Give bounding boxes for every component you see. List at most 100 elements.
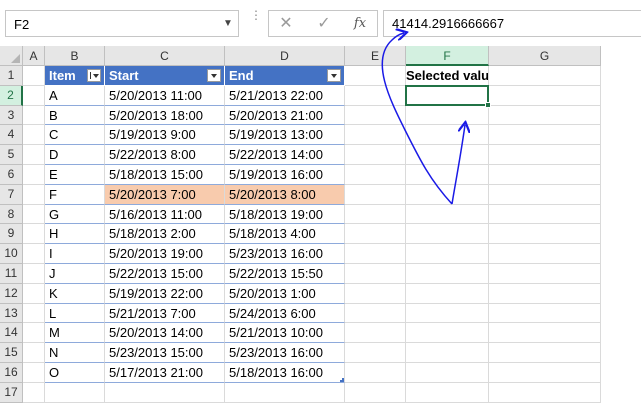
column-header-g[interactable]: G [489, 46, 601, 66]
cell-a6[interactable] [23, 165, 45, 185]
cell-e17[interactable] [345, 382, 406, 403]
cell-b6[interactable]: E [45, 165, 105, 185]
row-header-11[interactable]: 11 [0, 264, 23, 284]
drag-handle-icon[interactable]: ⋮ [250, 9, 262, 34]
cell-b12[interactable]: K [45, 283, 105, 304]
cell-a5[interactable] [23, 145, 45, 165]
cell-c7[interactable]: 5/20/2013 7:00 [105, 184, 225, 205]
cell-e4[interactable] [345, 125, 406, 146]
cell-d6[interactable]: 5/19/2013 16:00 [225, 165, 345, 185]
cell-d9[interactable]: 5/18/2013 4:00 [225, 224, 345, 245]
cell-d15[interactable]: 5/23/2013 16:00 [225, 343, 345, 363]
row-header-2[interactable]: 2 [0, 85, 23, 106]
cell-f1[interactable]: Selected values [406, 66, 489, 86]
cell-f12[interactable] [406, 283, 489, 304]
cell-g9[interactable] [489, 224, 601, 245]
column-header-e[interactable]: E [345, 46, 406, 66]
cell-g17[interactable] [489, 382, 601, 403]
cell-b11[interactable]: J [45, 264, 105, 284]
cell-g1[interactable] [489, 66, 601, 86]
cell-e1[interactable] [345, 66, 406, 86]
cell-d1[interactable]: End [225, 66, 345, 86]
cell-b14[interactable]: M [45, 323, 105, 344]
row-header-16[interactable]: 16 [0, 363, 23, 383]
cell-a14[interactable] [23, 323, 45, 344]
cell-g14[interactable] [489, 323, 601, 344]
cell-a3[interactable] [23, 105, 45, 126]
cell-e11[interactable] [345, 264, 406, 284]
cell-c3[interactable]: 5/20/2013 18:00 [105, 105, 225, 126]
cell-e8[interactable] [345, 204, 406, 225]
row-header-15[interactable]: 15 [0, 343, 23, 363]
filter-dropdown-icon[interactable] [327, 69, 341, 82]
cell-d8[interactable]: 5/18/2013 19:00 [225, 204, 345, 225]
cell-a1[interactable] [23, 66, 45, 86]
cell-c2[interactable]: 5/20/2013 11:00 [105, 85, 225, 106]
cell-b13[interactable]: L [45, 303, 105, 324]
cell-d5[interactable]: 5/22/2013 14:00 [225, 145, 345, 165]
column-header-d[interactable]: D [225, 46, 345, 66]
cell-e6[interactable] [345, 165, 406, 185]
cell-b10[interactable]: I [45, 244, 105, 264]
row-header-12[interactable]: 12 [0, 283, 23, 304]
cell-d13[interactable]: 5/24/2013 6:00 [225, 303, 345, 324]
cell-d7[interactable]: 5/20/2013 8:00 [225, 184, 345, 205]
cell-e3[interactable] [345, 105, 406, 126]
cell-e15[interactable] [345, 343, 406, 363]
row-header-6[interactable]: 6 [0, 165, 23, 185]
cell-c11[interactable]: 5/22/2013 15:00 [105, 264, 225, 284]
cell-c13[interactable]: 5/21/2013 7:00 [105, 303, 225, 324]
select-all-button[interactable] [0, 46, 23, 66]
cell-e2[interactable] [345, 85, 406, 106]
cell-a17[interactable] [23, 382, 45, 403]
row-header-13[interactable]: 13 [0, 303, 23, 324]
cell-f15[interactable] [406, 343, 489, 363]
cell-e12[interactable] [345, 283, 406, 304]
cell-c1[interactable]: Start [105, 66, 225, 86]
row-header-7[interactable]: 7 [0, 184, 23, 205]
cell-b8[interactable]: G [45, 204, 105, 225]
cell-f7[interactable] [406, 184, 489, 205]
cell-c12[interactable]: 5/19/2013 22:00 [105, 283, 225, 304]
chevron-down-icon[interactable]: ▼ [222, 17, 234, 31]
cell-b4[interactable]: C [45, 125, 105, 146]
row-header-10[interactable]: 10 [0, 244, 23, 264]
cell-f3[interactable] [406, 105, 489, 126]
cell-g16[interactable] [489, 363, 601, 383]
cell-f5[interactable] [406, 145, 489, 165]
cell-d16[interactable]: 5/18/2013 16:00 [225, 363, 345, 383]
cell-d2[interactable]: 5/21/2013 22:00 [225, 85, 345, 106]
cell-f4[interactable] [406, 125, 489, 146]
cell-b5[interactable]: D [45, 145, 105, 165]
cell-e5[interactable] [345, 145, 406, 165]
enter-icon[interactable]: ✓ [313, 14, 335, 34]
cell-c9[interactable]: 5/18/2013 2:00 [105, 224, 225, 245]
column-header-b[interactable]: B [45, 46, 105, 66]
table-resize-handle[interactable] [340, 377, 344, 382]
row-header-4[interactable]: 4 [0, 125, 23, 146]
cell-g3[interactable] [489, 105, 601, 126]
cell-c5[interactable]: 5/22/2013 8:00 [105, 145, 225, 165]
cell-g8[interactable] [489, 204, 601, 225]
cell-d10[interactable]: 5/23/2013 16:00 [225, 244, 345, 264]
cell-e7[interactable] [345, 184, 406, 205]
cell-e13[interactable] [345, 303, 406, 324]
cell-a11[interactable] [23, 264, 45, 284]
cell-b17[interactable] [45, 382, 105, 403]
fill-handle[interactable] [485, 101, 491, 108]
cell-d4[interactable]: 5/19/2013 13:00 [225, 125, 345, 146]
cell-f13[interactable] [406, 303, 489, 324]
cell-e16[interactable] [345, 363, 406, 383]
row-header-1[interactable]: 1 [0, 66, 23, 86]
column-header-c[interactable]: C [105, 46, 225, 66]
column-header-f[interactable]: F [406, 46, 489, 66]
spreadsheet-grid[interactable]: A B C D E F G 1 2 3 4 5 6 7 8 9 10 11 12 13 14 15 16 17 Item Star… [0, 46, 641, 407]
cell-c8[interactable]: 5/16/2013 11:00 [105, 204, 225, 225]
cell-b2[interactable]: A [45, 85, 105, 106]
cell-a4[interactable] [23, 125, 45, 146]
cell-f9[interactable] [406, 224, 489, 245]
cell-a8[interactable] [23, 204, 45, 225]
cell-g13[interactable] [489, 303, 601, 324]
row-header-14[interactable]: 14 [0, 323, 23, 344]
cell-a10[interactable] [23, 244, 45, 264]
